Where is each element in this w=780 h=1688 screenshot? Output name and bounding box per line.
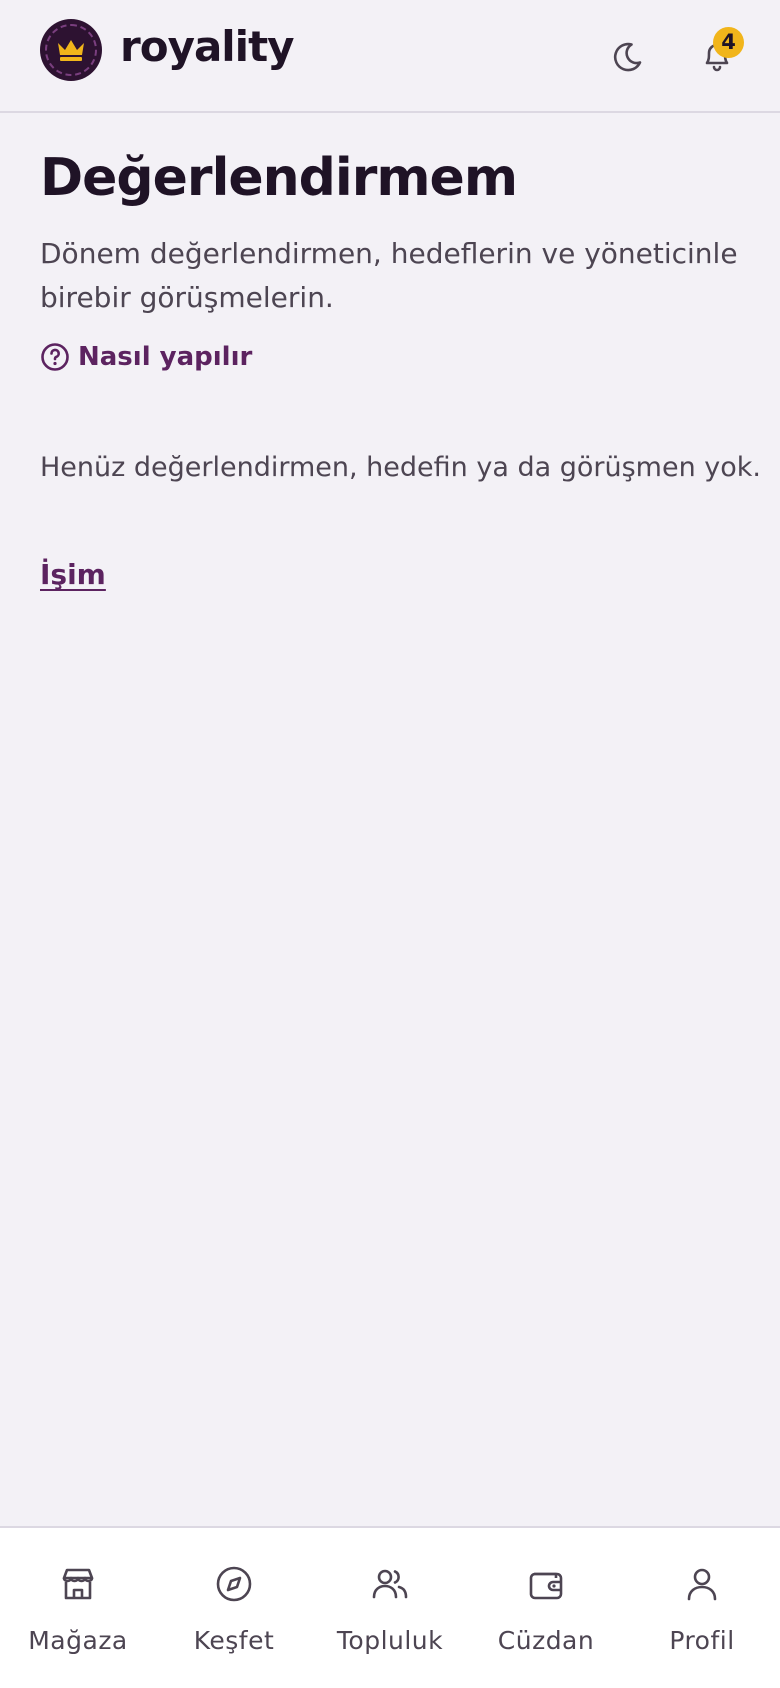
user-icon: [687, 1568, 717, 1601]
store-icon: [62, 1568, 94, 1600]
nav-label-wallet: Cüzdan: [497, 1626, 595, 1655]
nav-label-store: Mağaza: [28, 1626, 128, 1655]
nav-item-wallet[interactable]: Cüzdan: [468, 1528, 624, 1688]
page-title: Değerlendirmem: [40, 148, 518, 208]
nav-label-profile: Profil: [669, 1626, 735, 1655]
moon-icon[interactable]: [613, 36, 653, 76]
brand-name: royality: [120, 22, 295, 71]
page-subtitle: Dönem değerlendirmen, hedeflerin ve yöne…: [40, 237, 738, 314]
notification-badge[interactable]: 4: [713, 27, 744, 58]
empty-state-text: Henüz değerlendirmen, hedefin ya da görü…: [40, 452, 761, 483]
how-to-label: Nasıl yapılır: [78, 342, 253, 372]
nav-item-profile[interactable]: Profil: [624, 1528, 780, 1688]
wallet-icon: [529, 1572, 563, 1600]
bottom-nav: Mağaza Keşfet Topluluk Cüzdan Profil: [0, 1526, 780, 1688]
work-link[interactable]: İşim: [40, 558, 106, 591]
nav-item-community[interactable]: Topluluk: [312, 1528, 468, 1688]
page: royality 4 Değerlendirmem Dönem değerlen…: [0, 0, 780, 1688]
nav-label-community: Topluluk: [336, 1626, 444, 1655]
users-icon: [372, 1569, 408, 1599]
compass-icon: [216, 1566, 252, 1602]
nav-label-explore: Keşfet: [193, 1626, 275, 1655]
nav-item-explore[interactable]: Keşfet: [156, 1528, 312, 1688]
how-to-link[interactable]: Nasıl yapılır: [40, 340, 252, 374]
crown-logo-icon[interactable]: [40, 19, 102, 81]
nav-item-store[interactable]: Mağaza: [0, 1528, 156, 1688]
top-bar: royality 4: [0, 0, 780, 113]
help-circle-icon: [41, 343, 69, 371]
